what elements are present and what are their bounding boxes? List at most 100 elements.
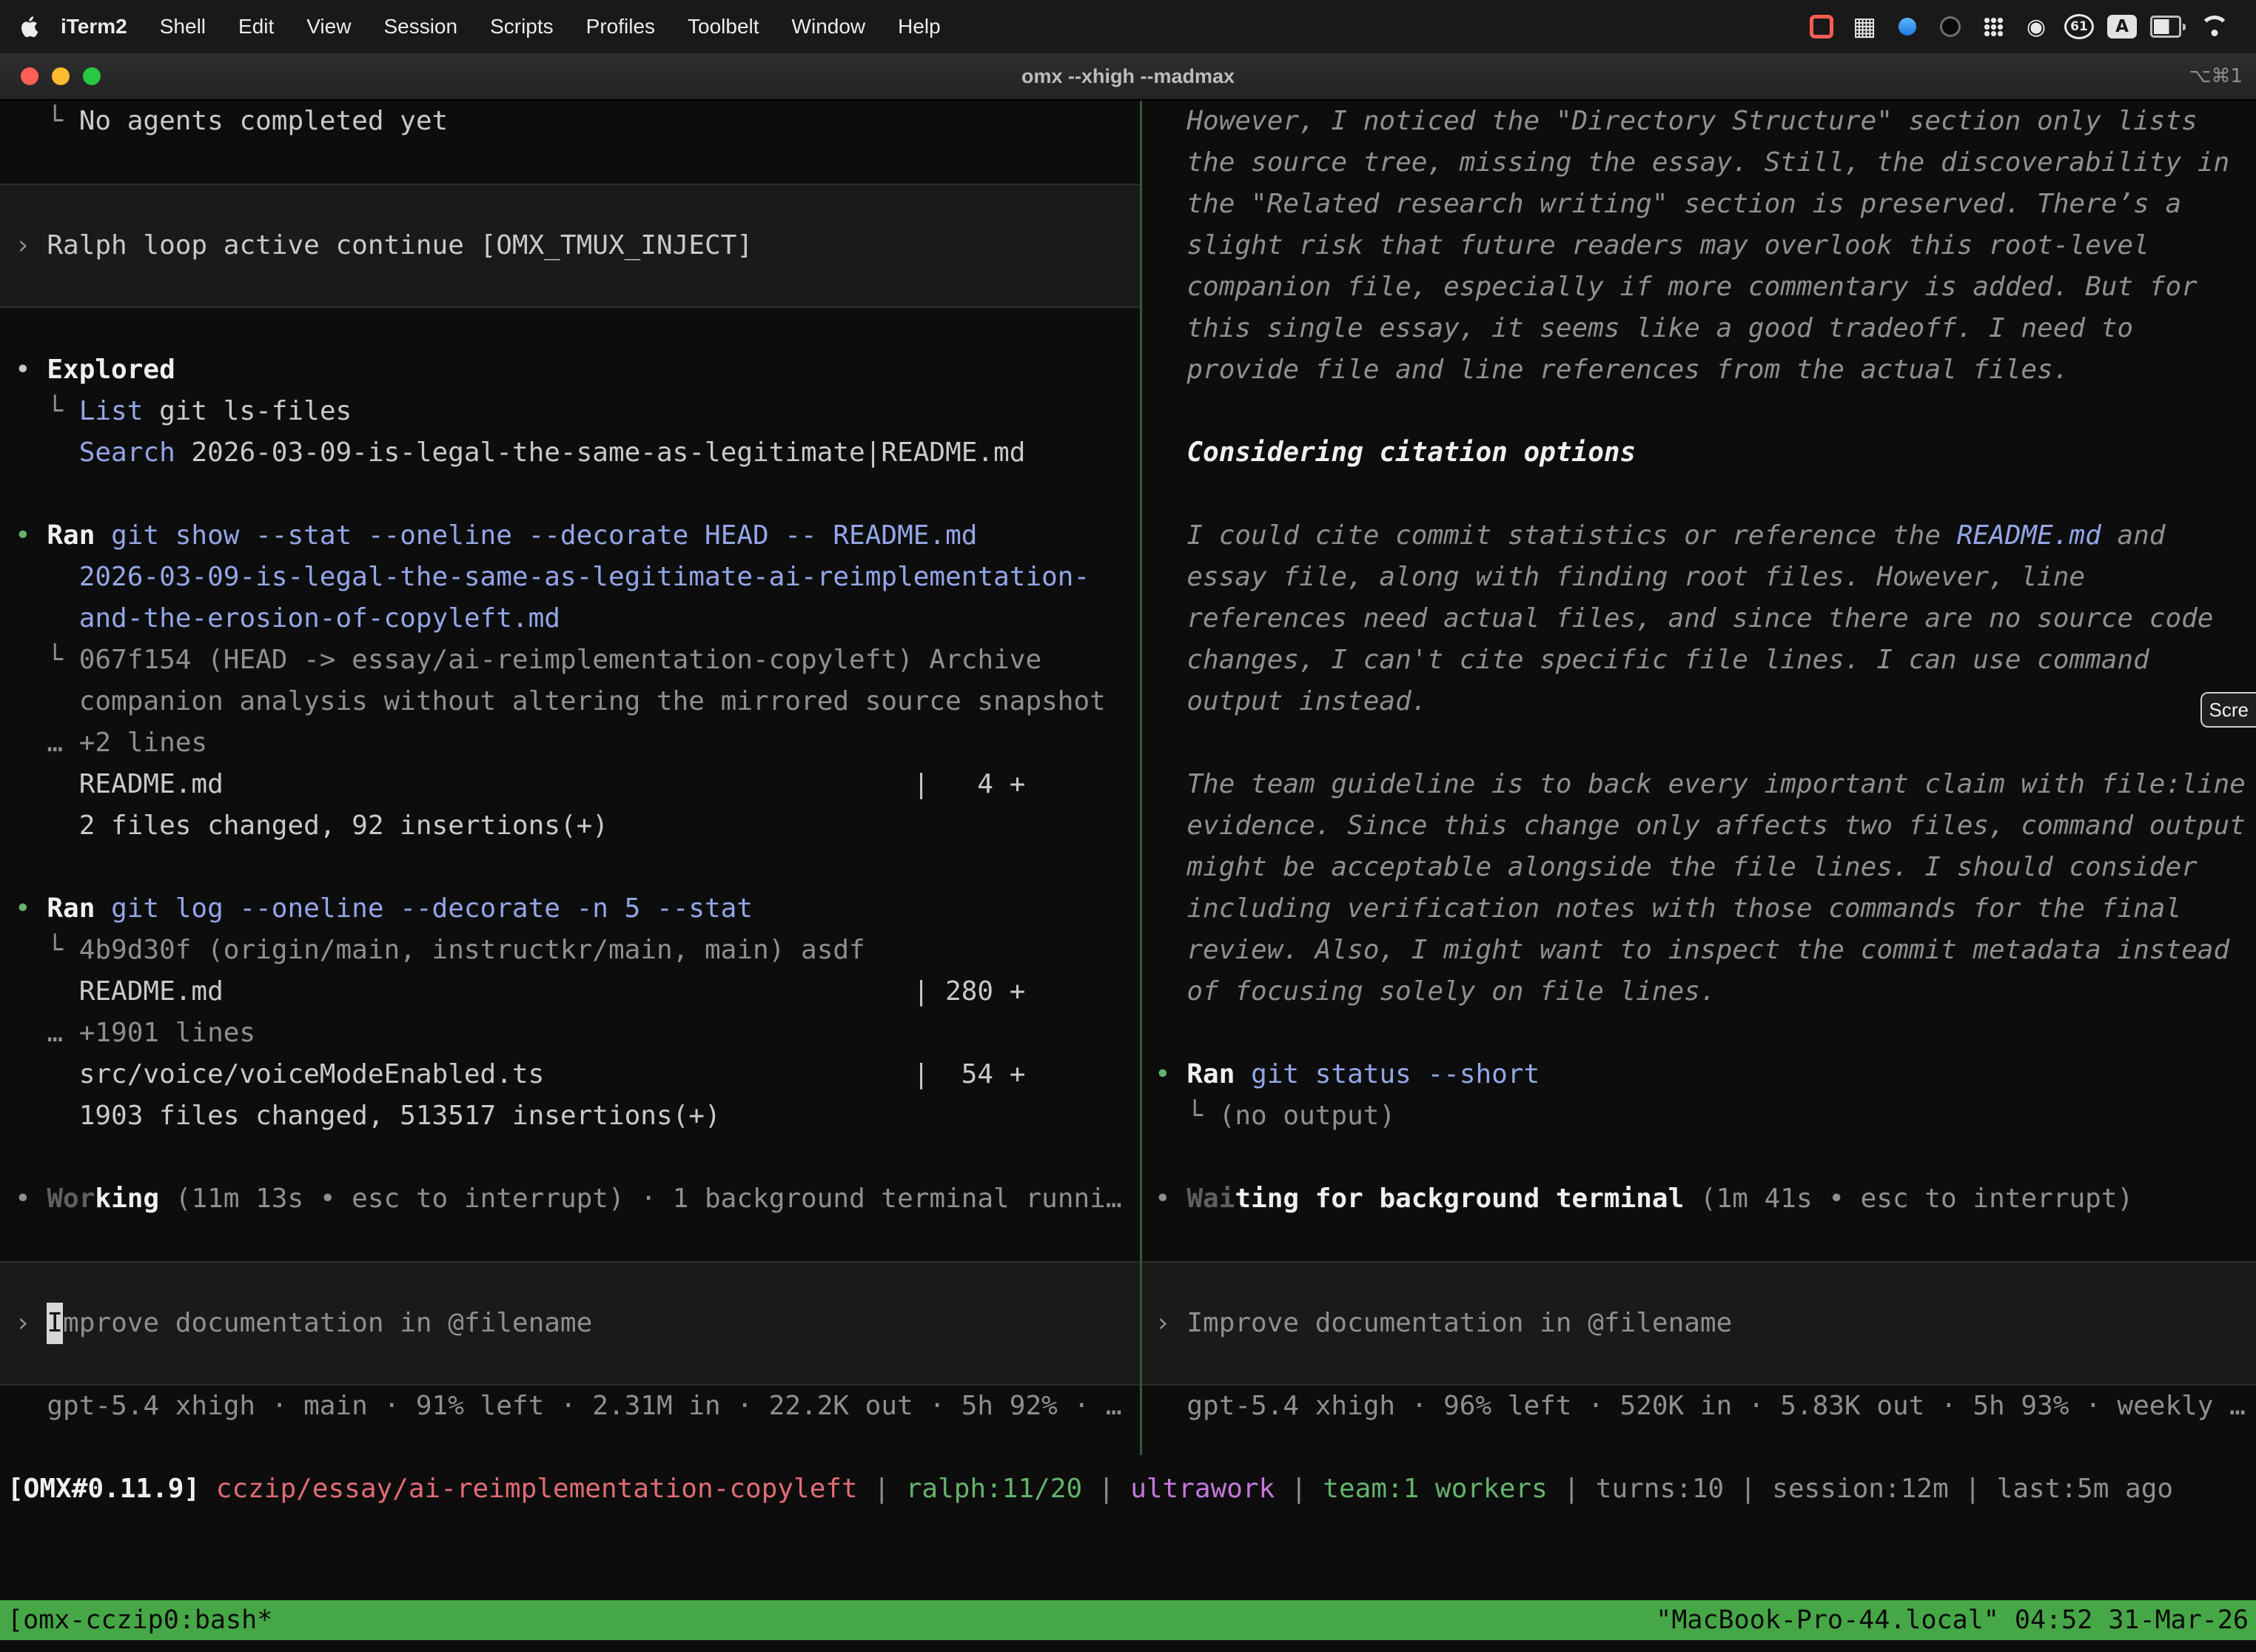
wifi-icon[interactable] [2199,13,2230,40]
text-segment: the "Related research writing" section i… [1155,189,2181,219]
text-segment: README.md | 4 + [15,769,1025,799]
tmux-session-label: [omx-cczip0:bash* [7,1599,272,1641]
screen-notification-label: Scre [2209,689,2249,731]
text-segment: provide file and line references from th… [1155,355,2069,385]
menu-item-help[interactable]: Help [882,15,957,38]
text-segment: of focusing solely on file lines. [1155,976,1716,1007]
screen-record-icon[interactable] [1807,10,1836,43]
text-segment [15,437,79,468]
text-segment: src/voice/voiceModeEnabled.ts | 54 + [15,1059,1025,1089]
text-segment: └ [15,106,79,136]
terminal-line: the source tree, missing the essay. Stil… [1142,142,2256,184]
text-segment: team:1 workers [1323,1474,1547,1504]
terminal-blank-line [1142,474,2256,515]
text-segment: The team guideline is to back every impo… [1155,769,2246,799]
terminal-line: However, I noticed the "Directory Struct… [1142,101,2256,142]
text-segment: 1903 files changed, 513517 insertions(+) [15,1101,721,1131]
terminal-line: └ No agents completed yet [0,101,1140,142]
terminal-line: of focusing solely on file lines. [1142,971,2256,1013]
text-segment: | [1082,1474,1130,1504]
terminal-blank-line [1142,1013,2256,1054]
terminal-line: essay file, along with finding root file… [1142,557,2256,598]
text-segment: slight risk that future readers may over… [1155,230,2149,261]
terminal-line: changes, I can't cite specific file line… [1142,639,2256,681]
text-segment: List [79,396,144,426]
badge-61-icon[interactable]: 61 [2064,14,2094,39]
terminal-line: … +2 lines [0,722,1140,764]
keyhole-icon[interactable] [2021,10,2051,43]
screen-notification-tab[interactable]: Scre [2200,692,2256,728]
menu-item-window[interactable]: Window [776,15,882,38]
minimize-button[interactable] [52,67,70,85]
inject-banner: › Ralph loop active continue [OMX_TMUX_I… [0,184,1140,308]
apple-menu-icon[interactable] [19,16,38,38]
terminal-line: evidence. Since this change only affects… [1142,805,2256,847]
text-segment: ralph:11/20 [906,1474,1082,1504]
text-segment: git status --short [1251,1059,1540,1089]
text-segment: Wor [47,1183,95,1214]
terminal-line: 2026-03-09-is-legal-the-same-as-legitima… [0,557,1140,598]
text-segment: (no output) [1219,1101,1395,1131]
terminal-line: 2 files changed, 92 insertions(+) [0,805,1140,847]
text-segment: Considering citation options [1186,437,1636,468]
text-segment: changes, I can't cite specific file line… [1155,645,2149,675]
menu-item-toolbelt[interactable]: Toolbelt [671,15,776,38]
terminal-line: • Ran git log --oneline --decorate -n 5 … [0,888,1140,930]
text-segment: the source tree, missing the essay. Stil… [1155,147,2229,178]
text-segment: 2 files changed, 92 insertions(+) [15,810,608,841]
left-agent-pane: └ No agents completed yet › Ralph loop ac… [0,101,1140,1427]
terminal-blank-line [0,308,1140,349]
menu-item-view[interactable]: View [290,15,367,38]
terminal-line: gpt-5.4 xhigh · main · 91% left · 2.31M … [0,1386,1140,1427]
terminal-blank-line [1142,1137,2256,1178]
shield-icon[interactable] [1893,10,1922,43]
zoom-button[interactable] [83,67,101,85]
terminal-line: output instead. [1142,681,2256,722]
text-segment: | [1949,1474,1997,1504]
menu-item-scripts[interactable]: Scripts [474,15,570,38]
terminal-line: I could cite commit statistics or refere… [1142,515,2256,557]
text-segment: Ralph loop active continue [OMX_TMUX_INJ… [47,225,753,266]
text-segment: └ [15,935,79,965]
text-segment: README.md | 280 + [15,976,1025,1007]
menu-item-shell[interactable]: Shell [144,15,222,38]
macos-menu-bar: iTerm2ShellEditViewSessionScriptsProfile… [0,0,2256,53]
text-segment: and [2101,520,2166,551]
terminal-line: Search 2026-03-09-is-legal-the-same-as-l… [0,432,1140,474]
text-segment: | [1275,1474,1323,1504]
text-segment: └ [1155,1101,1219,1131]
text-segment: › [15,225,47,266]
keyboard-icon[interactable] [1850,10,1879,43]
text-segment: | [1724,1474,1772,1504]
text-segment: 2026-03-09-is-legal-the-same-as-legitima… [175,437,1026,468]
terminal-blank-line [1142,391,2256,432]
menu-item-iterm2[interactable]: iTerm2 [44,15,144,38]
menu-item-profiles[interactable]: Profiles [570,15,671,38]
command-input[interactable]: › Improve documentation in @filename [1142,1261,2256,1386]
text-segment: README.md [1957,520,2101,551]
terminal-line: slight risk that future readers may over… [1142,225,2256,266]
terminal-line: README.md | 4 + [0,764,1140,805]
text-segment: … +2 lines [15,728,207,758]
terminal-line: and-the-erosion-of-copyleft.md [0,598,1140,639]
text-segment: review. Also, I might want to inspect th… [1155,935,2229,965]
input-source-icon[interactable]: A [2107,15,2137,38]
terminal-line: • Explored [0,349,1140,391]
menu-item-edit[interactable]: Edit [222,15,290,38]
app-grid-icon[interactable] [1978,10,2008,43]
text-segment: I could cite commit statistics or refere… [1155,520,1957,551]
menu-item-session[interactable]: Session [367,15,474,38]
close-button[interactable] [21,67,38,85]
text-segment: gpt-5.4 xhigh · main · 91% left · 2.31M … [15,1391,1122,1421]
text-segment: king [95,1183,159,1214]
disc-icon[interactable] [1936,10,1965,43]
terminal-window: └ No agents completed yet › Ralph loop ac… [0,101,2256,1652]
text-segment: › [1155,1303,1186,1344]
text-segment: • [15,893,47,924]
right-agent-pane: However, I noticed the "Directory Struct… [1142,101,2256,1427]
terminal-line: └ List git ls-files [0,391,1140,432]
terminal-line: 1903 files changed, 513517 insertions(+) [0,1095,1140,1137]
battery-icon[interactable] [2150,10,2186,43]
text-segment: might be acceptable alongside the file l… [1155,852,2198,882]
command-input[interactable]: › Improve documentation in @filename [0,1261,1140,1386]
